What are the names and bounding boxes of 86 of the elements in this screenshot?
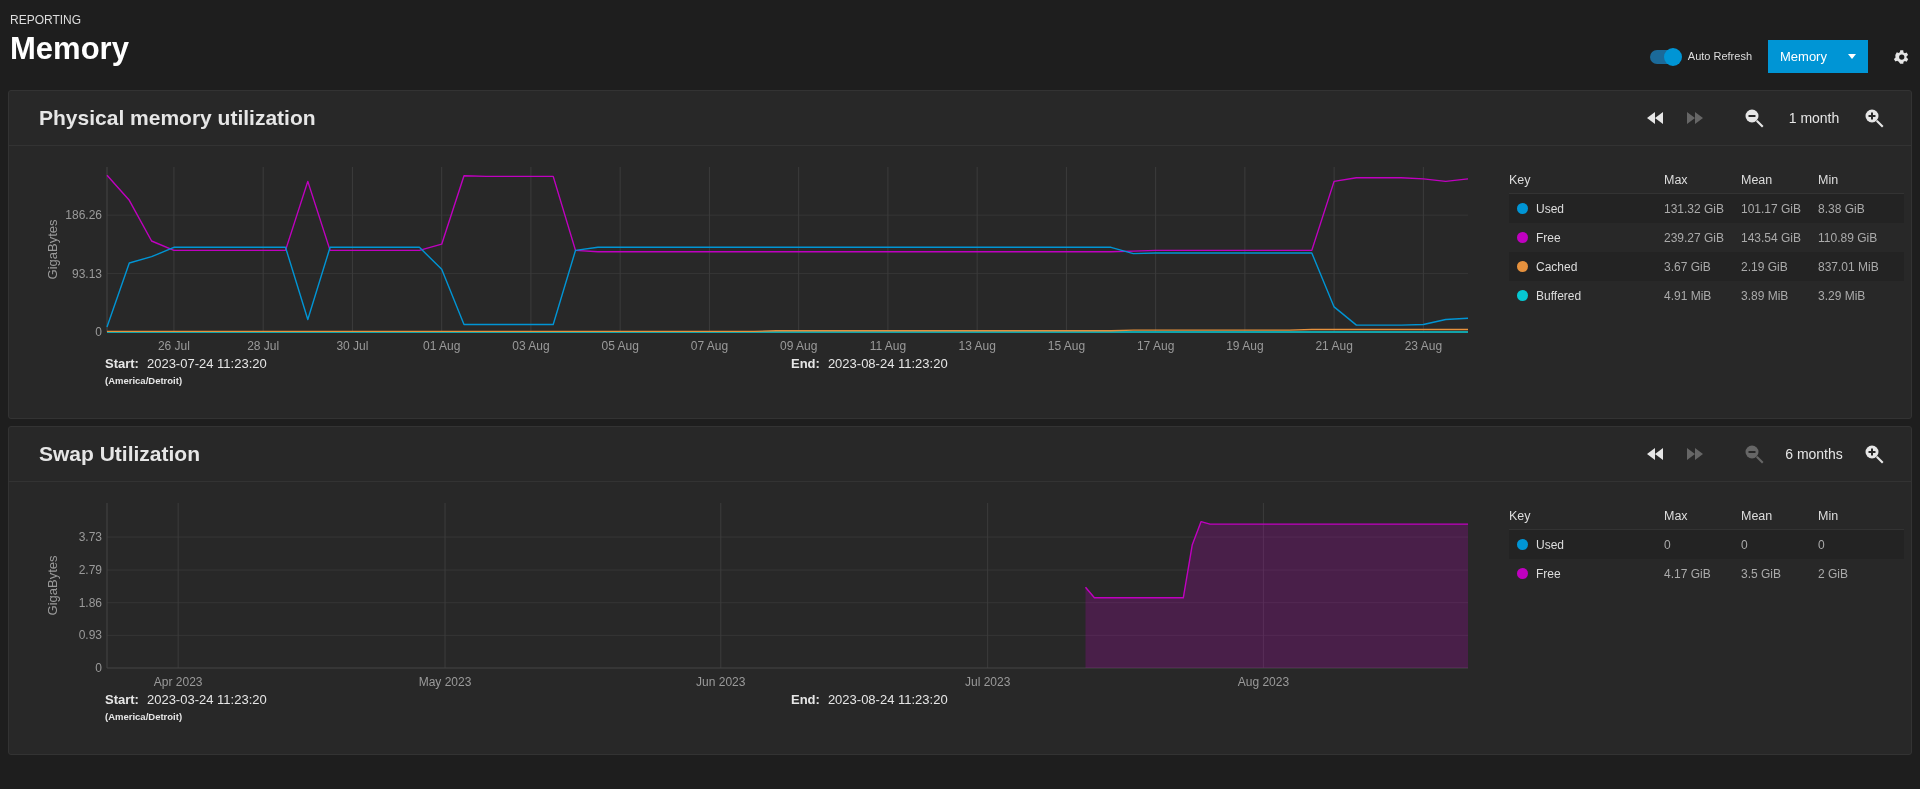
column-header: Max <box>1664 172 1689 190</box>
panel-title: Physical memory utilization <box>39 105 316 132</box>
start-time: 2023-07-24 11:23:20 <box>146 355 267 373</box>
axis-label: 28 Jul <box>247 339 280 353</box>
page-title: Memory <box>10 30 129 68</box>
axis-label: 0.93 <box>78 628 102 643</box>
column-header: Max <box>1664 508 1689 526</box>
table-cell-text: 131.32 GiB <box>1664 200 1726 218</box>
end-time: 2023-08-24 11:23:20 <box>827 691 948 709</box>
axis-label: May 2023 <box>418 675 472 689</box>
table-cell-text: 4.17 GiB <box>1664 565 1712 583</box>
table-cell-text: 143.54 GiB <box>1741 229 1803 247</box>
column-header: Mean <box>1741 508 1774 526</box>
settings-icon[interactable] <box>1892 47 1910 66</box>
table-cell-text: 101.17 GiB <box>1741 200 1803 218</box>
axis-label: 2.79 <box>78 563 102 578</box>
zoom-out-icon <box>1744 108 1764 128</box>
axis-label: 23 Aug <box>1404 339 1443 353</box>
end-time: 2023-08-24 11:23:20 <box>827 355 948 373</box>
table-cell-text: 837.01 MiB <box>1818 258 1880 276</box>
axis-label: 15 Aug <box>1047 339 1086 353</box>
axis-label: Apr 2023 <box>153 675 203 689</box>
table-cell-text: 239.27 GiB <box>1664 229 1726 247</box>
table-cell-text: 8.38 GiB <box>1818 200 1866 218</box>
table-cell-text: 0 <box>1818 536 1826 554</box>
column-header: Mean <box>1741 172 1774 190</box>
table-cell-text: 110.89 GiB <box>1818 229 1879 247</box>
column-header: Min <box>1818 508 1840 526</box>
axis-label: Jun 2023 <box>696 675 746 689</box>
breadcrumb[interactable]: REPORTING <box>10 14 129 26</box>
panel-title: Swap Utilization <box>39 441 200 468</box>
axis-label: 3.73 <box>78 530 102 545</box>
table-cell-text: 4.91 MiB <box>1664 287 1713 305</box>
column-header: Key <box>1509 172 1532 190</box>
toggle-switch[interactable] <box>1649 49 1680 64</box>
legend-key: Free <box>1536 564 1561 583</box>
axis-label: 30 Jul <box>336 339 369 353</box>
axis-label: 19 Aug <box>1226 339 1264 353</box>
axis-label: 07 Aug <box>690 339 729 353</box>
legend-key: Used <box>1536 199 1564 218</box>
axis-label: 11 Aug <box>869 339 907 353</box>
start-time: 2023-03-24 11:23:20 <box>146 691 267 709</box>
legend-key: Cached <box>1536 257 1578 276</box>
axis-title: GigaBytes <box>45 219 60 280</box>
axis-label: 21 Aug <box>1315 339 1353 353</box>
column-header: Key <box>1509 508 1532 526</box>
start-label: Start: <box>105 691 139 709</box>
column-header: Min <box>1818 172 1840 190</box>
caret-icon <box>1848 54 1856 59</box>
axis-label: 09 Aug <box>779 339 818 353</box>
axis-label: Aug 2023 <box>1237 675 1290 689</box>
table-cell-text: 3.29 MiB <box>1818 287 1867 305</box>
table-cell-text: 2 GiB <box>1818 565 1849 583</box>
legend-key: Buffered <box>1536 286 1582 305</box>
axis-label: 01 Aug <box>423 339 461 353</box>
axis-label: 93.13 <box>71 266 102 281</box>
end-label: End: <box>791 691 820 709</box>
axis-label: 26 Jul <box>157 339 190 353</box>
axis-label: 05 Aug <box>601 339 639 353</box>
zoom-out-icon <box>1744 444 1764 464</box>
axis-label: 0 <box>95 325 102 339</box>
axis-label: Jul 2023 <box>964 675 1011 689</box>
table-cell-text: 3.89 MiB <box>1741 287 1790 305</box>
axis-label: 13 Aug <box>958 339 996 353</box>
axis-label: 0 <box>95 661 102 675</box>
zoom-in-icon <box>1864 108 1884 128</box>
table-cell-text: 0 <box>1741 536 1749 554</box>
table-cell-text: 3.5 GiB <box>1741 565 1783 583</box>
legend-key: Free <box>1536 228 1561 247</box>
axis-label: 1.86 <box>78 595 102 610</box>
range-label: 1 month <box>1787 108 1841 128</box>
axis-title: GigaBytes <box>45 555 60 616</box>
table-cell-text: 0 <box>1664 536 1672 554</box>
timezone-label: (America/Detroit) <box>105 709 184 724</box>
start-label: Start: <box>105 355 139 373</box>
zoom-in-icon <box>1864 444 1884 464</box>
axis-label: 03 Aug <box>512 339 550 353</box>
toggle-label: Auto Refresh <box>1687 49 1752 65</box>
axis-label: 186.26 <box>65 208 102 223</box>
table-cell-text: 3.67 GiB <box>1664 258 1712 276</box>
end-label: End: <box>791 355 820 373</box>
legend-key: Used <box>1536 535 1564 554</box>
range-label: 6 months <box>1784 444 1844 464</box>
timezone-label: (America/Detroit) <box>105 373 184 388</box>
table-cell-text: 2.19 GiB <box>1741 258 1789 276</box>
axis-label: 17 Aug <box>1136 339 1175 353</box>
